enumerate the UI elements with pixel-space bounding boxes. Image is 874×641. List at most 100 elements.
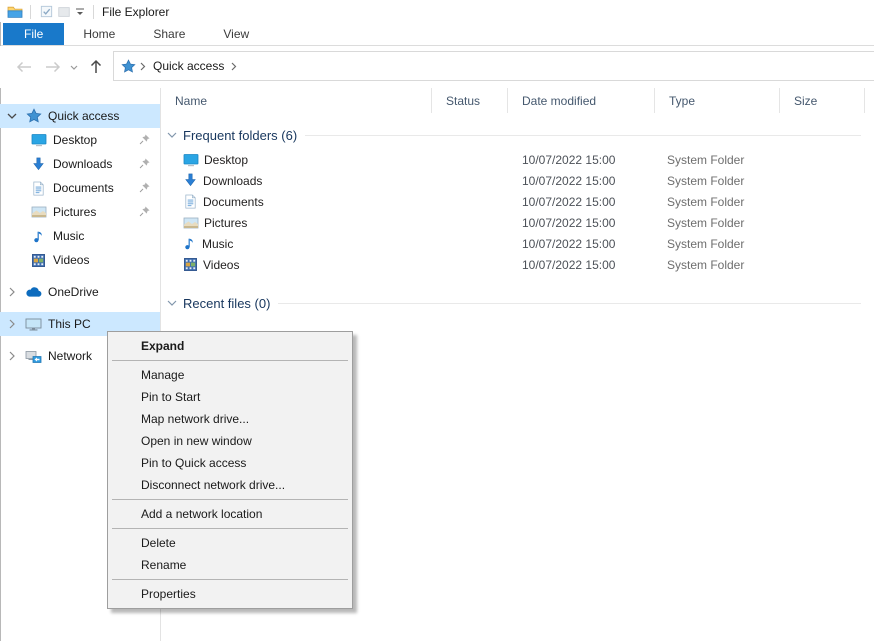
group-header-recent-files[interactable]: Recent files (0) — [160, 293, 874, 313]
group-label: Recent files (0) — [183, 296, 270, 311]
menu-item-delete[interactable]: Delete — [110, 532, 350, 554]
file-status — [432, 212, 508, 233]
menu-item-rename[interactable]: Rename — [110, 554, 350, 576]
desktop-icon — [183, 152, 199, 168]
properties-check-icon[interactable] — [37, 3, 55, 21]
column-header-name[interactable]: Name — [160, 88, 432, 113]
menu-separator — [112, 528, 348, 529]
tab-share[interactable]: Share — [134, 23, 204, 45]
chevron-right-icon[interactable] — [4, 287, 20, 297]
videos-icon — [30, 252, 47, 269]
file-date-modified: 10/07/2022 15:00 — [508, 149, 655, 170]
file-status — [432, 254, 508, 275]
menu-item-properties[interactable]: Properties — [110, 583, 350, 605]
sidebar-item-label: OneDrive — [48, 285, 99, 299]
sidebar-item-downloads[interactable]: Downloads — [0, 152, 160, 176]
sidebar-item-pictures[interactable]: Pictures — [0, 200, 160, 224]
file-date-modified: 10/07/2022 15:00 — [508, 254, 655, 275]
chevron-right-icon[interactable] — [4, 351, 20, 361]
documents-icon — [183, 194, 198, 209]
sidebar-item-label: Desktop — [53, 133, 97, 147]
menu-item-manage[interactable]: Manage — [110, 364, 350, 386]
tab-home[interactable]: Home — [64, 23, 134, 45]
file-name: Desktop — [204, 153, 248, 167]
file-type: System Folder — [655, 170, 780, 191]
file-name: Pictures — [204, 216, 247, 230]
downloads-icon — [183, 173, 198, 188]
group-spacer — [160, 275, 874, 281]
sidebar-item-videos[interactable]: Videos — [0, 248, 160, 272]
chevron-right-icon[interactable] — [4, 319, 20, 329]
column-header-filler — [865, 88, 874, 113]
table-row[interactable]: Videos 10/07/2022 15:00 System Folder — [160, 254, 874, 275]
group-header-frequent-folders[interactable]: Frequent folders (6) — [160, 125, 874, 145]
sidebar-item-onedrive[interactable]: OneDrive — [0, 280, 160, 304]
menu-separator — [112, 499, 348, 500]
group-rule — [278, 303, 861, 304]
sidebar-item-label: Quick access — [48, 109, 119, 123]
table-row[interactable]: Downloads 10/07/2022 15:00 System Folder — [160, 170, 874, 191]
menu-item-disconnect-network-drive[interactable]: Disconnect network drive... — [110, 474, 350, 496]
file-type: System Folder — [655, 149, 780, 170]
chevron-down-icon[interactable] — [165, 132, 179, 139]
column-header-type[interactable]: Type — [655, 88, 780, 113]
chevron-down-icon[interactable] — [165, 300, 179, 307]
address-bar[interactable]: Quick access — [113, 51, 874, 81]
back-arrow-icon[interactable] — [10, 53, 38, 81]
pin-icon — [138, 205, 152, 219]
titlebar-divider — [30, 5, 31, 19]
music-icon — [30, 228, 47, 245]
table-row[interactable]: Desktop 10/07/2022 15:00 System Folder — [160, 149, 874, 170]
tab-view[interactable]: View — [204, 23, 268, 45]
recent-locations-dropdown-icon[interactable] — [66, 53, 82, 81]
sidebar-item-music[interactable]: Music — [0, 224, 160, 248]
sidebar-item-label: Documents — [53, 181, 114, 195]
column-header-date-modified[interactable]: Date modified — [508, 88, 655, 113]
menu-separator — [112, 579, 348, 580]
table-row[interactable]: Documents 10/07/2022 15:00 System Folder — [160, 191, 874, 212]
sidebar-item-label: Pictures — [53, 205, 96, 219]
forward-arrow-icon[interactable] — [38, 53, 66, 81]
sidebar-item-documents[interactable]: Documents — [0, 176, 160, 200]
file-explorer-window: File Explorer File Home Share View Quic — [0, 0, 874, 641]
sidebar-item-quick-access[interactable]: Quick access — [0, 104, 160, 128]
chevron-down-icon[interactable] — [4, 113, 20, 120]
customize-quick-access-dropdown-icon[interactable] — [73, 3, 87, 21]
group-label: Frequent folders (6) — [183, 128, 297, 143]
sidebar-item-label: Music — [53, 229, 84, 243]
titlebar-divider — [93, 5, 94, 19]
menu-item-map-network-drive[interactable]: Map network drive... — [110, 408, 350, 430]
tab-file[interactable]: File — [3, 23, 64, 45]
column-header-row: Name Status Date modified Type Size — [160, 88, 874, 113]
desktop-icon — [30, 132, 47, 149]
menu-item-open-in-new-window[interactable]: Open in new window — [110, 430, 350, 452]
menu-separator — [112, 360, 348, 361]
file-status — [432, 233, 508, 254]
file-type: System Folder — [655, 233, 780, 254]
file-date-modified: 10/07/2022 15:00 — [508, 191, 655, 212]
column-header-size[interactable]: Size — [780, 88, 865, 113]
this-pc-context-menu: Expand Manage Pin to Start Map network d… — [107, 331, 353, 609]
breadcrumb-quick-access[interactable]: Quick access — [150, 59, 227, 73]
new-folder-icon[interactable] — [55, 3, 73, 21]
sidebar-item-desktop[interactable]: Desktop — [0, 128, 160, 152]
column-header-status[interactable]: Status — [432, 88, 508, 113]
table-row[interactable]: Pictures 10/07/2022 15:00 System Folder — [160, 212, 874, 233]
breadcrumb-chevron-icon[interactable] — [231, 62, 237, 71]
menu-item-add-network-location[interactable]: Add a network location — [110, 503, 350, 525]
up-arrow-icon[interactable] — [82, 53, 110, 81]
sidebar-gap — [0, 304, 160, 312]
ribbon-tab-bar: File Home Share View — [0, 23, 874, 46]
menu-item-expand[interactable]: Expand — [110, 335, 350, 357]
file-name: Downloads — [203, 174, 262, 188]
pictures-icon — [183, 215, 199, 231]
downloads-icon — [30, 156, 47, 173]
file-name: Documents — [203, 195, 264, 209]
breadcrumb-chevron-icon[interactable] — [140, 62, 146, 71]
table-row[interactable]: Music 10/07/2022 15:00 System Folder — [160, 233, 874, 254]
menu-item-pin-to-quick-access[interactable]: Pin to Quick access — [110, 452, 350, 474]
group-rule — [305, 135, 861, 136]
this-pc-monitor-icon — [25, 316, 42, 333]
title-bar: File Explorer — [0, 0, 874, 23]
menu-item-pin-to-start[interactable]: Pin to Start — [110, 386, 350, 408]
